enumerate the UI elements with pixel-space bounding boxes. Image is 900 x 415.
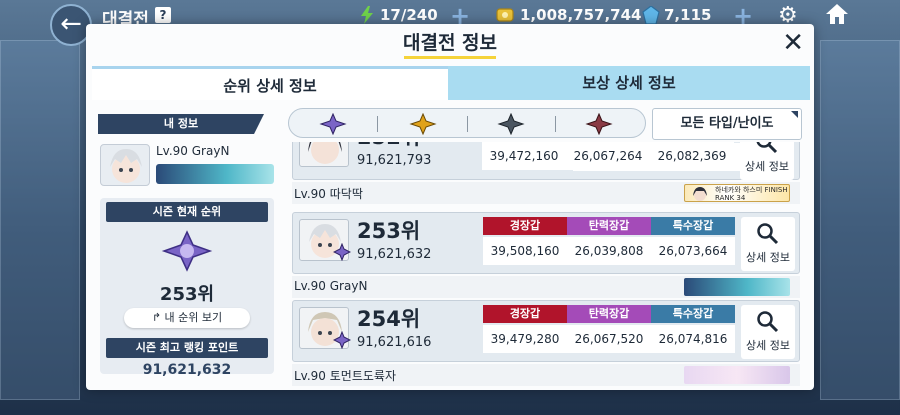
magnifier-icon [757, 223, 779, 245]
divider [467, 116, 468, 132]
stat-light-armor: 경장갑 39,508,160 [483, 217, 567, 265]
stat-special-armor: 특수장갑 26,082,369 [650, 142, 734, 170]
stat-elastic-armor: 탄력장갑 26,067,520 [567, 305, 651, 353]
my-profile-banner [156, 164, 274, 184]
entry-card: 253위 91,621,632 경장갑 39,508,160 탄력장갑 26,0… [292, 212, 800, 274]
profile-banner [684, 366, 790, 384]
tab-rank-detail[interactable]: 순위 상세 정보 [92, 66, 448, 100]
tier-badge-icon [333, 243, 351, 261]
stat-value: 26,073,664 [651, 237, 735, 265]
ranking-info-modal: 대결전 정보 ✕ 순위 상세 정보 보상 상세 정보 내 정보 Lv.90 Gr… [86, 24, 814, 390]
detail-button[interactable]: 상세 정보 [740, 142, 794, 180]
detail-label: 상세 정보 [745, 160, 789, 173]
stat-header: 탄력장갑 [567, 305, 651, 323]
avatar [100, 144, 150, 186]
player-name: Lv.90 토먼트도륙자 [294, 369, 396, 383]
stat-value: 26,082,369 [650, 142, 734, 170]
my-info-header: 내 정보 [98, 114, 264, 134]
background-panel [0, 40, 80, 400]
divider [555, 116, 556, 132]
stat-elastic-armor: 탄력장갑 26,067,264 [566, 142, 650, 170]
title-underline [404, 56, 496, 59]
detail-label: 상세 정보 [746, 251, 790, 264]
credit-counter: 1,008,757,744 [520, 6, 642, 24]
dropdown-label: 모든 타입/난이도 [680, 116, 774, 131]
stat-header: 특수장갑 [651, 305, 735, 323]
close-icon: ✕ [782, 28, 804, 58]
season-rank-header: 시즌 현재 순위 [106, 202, 268, 222]
gem-counter: 7,115 [664, 6, 712, 24]
help-button[interactable]: ? [155, 7, 171, 23]
list-item[interactable]: 254위 91,621,616 경장갑 39,479,280 탄력장갑 26,0… [292, 300, 800, 386]
background-panel [820, 40, 900, 400]
pyroxene-gem-icon [642, 6, 660, 24]
ranking-list[interactable]: 252위 91,621,793 경장갑 39,472,160 탄력장갑 26,0… [292, 142, 800, 386]
back-arrow-icon: ← [60, 9, 82, 39]
home-button[interactable] [825, 3, 849, 31]
detail-button[interactable]: 상세 정보 [741, 217, 795, 271]
close-button[interactable]: ✕ [782, 30, 804, 56]
stat-header: 탄력장갑 [567, 217, 651, 235]
tier-filter-bar [288, 108, 646, 138]
stat-elastic-armor: 탄력장갑 26,039,808 [567, 217, 651, 265]
tab-reward-detail[interactable]: 보상 상세 정보 [448, 66, 810, 100]
profile-banner: 하네카와 하스미 FINISH RANK 34 [684, 184, 790, 202]
entry-footer: Lv.90 토먼트도륙자 [292, 364, 800, 386]
entry-footer: Lv.90 GrayN [292, 276, 800, 298]
stat-light-armor: 경장갑 39,479,280 [483, 305, 567, 353]
best-points-value: 91,621,632 [142, 362, 232, 378]
ap-counter: 17/240 [380, 6, 438, 24]
stat-value: 26,067,264 [566, 142, 650, 170]
stat-header: 경장갑 [483, 217, 567, 235]
banner-text: 하네카와 하스미 FINISH RANK 34 [715, 186, 788, 202]
stat-header: 경장갑 [483, 305, 567, 323]
entry-card: 254위 91,621,616 경장갑 39,479,280 탄력장갑 26,0… [292, 300, 800, 362]
entry-footer: Lv.90 따닥딱 하네카와 하스미 FINISH RANK 34 [292, 182, 800, 204]
tier-gold-icon[interactable] [409, 113, 437, 135]
detail-label: 상세 정보 [746, 339, 790, 352]
view-my-rank-button[interactable]: ↱ 내 순위 보기 [124, 308, 250, 328]
rank-points: 91,621,616 [357, 335, 432, 350]
stat-value: 26,067,520 [567, 325, 651, 353]
best-points-header: 시즌 최고 랭킹 포인트 [106, 338, 268, 358]
rank-points: 91,621,632 [357, 247, 432, 262]
magnifier-icon [757, 311, 779, 333]
stat-light-armor: 경장갑 39,472,160 [482, 142, 566, 170]
player-name: Lv.90 GrayN [294, 279, 368, 293]
tier-dark-icon[interactable] [497, 113, 525, 135]
stat-value: 26,039,808 [567, 237, 651, 265]
home-icon [826, 4, 848, 24]
magnifier-icon [756, 142, 778, 154]
rank-text: 253위 [357, 219, 421, 243]
banner-portrait-icon [693, 187, 707, 201]
stat-value: 39,508,160 [483, 237, 567, 265]
type-difficulty-dropdown[interactable]: 모든 타입/난이도 [652, 108, 802, 140]
energy-bolt-icon [361, 6, 373, 24]
player-name: Lv.90 따닥딱 [294, 187, 363, 201]
chevron-down-icon [791, 111, 798, 118]
credit-coin-icon [496, 8, 514, 22]
rank-tier-emblem-icon [161, 230, 213, 272]
my-current-rank: 253위 [159, 284, 215, 305]
modal-title: 대결전 정보 [402, 32, 497, 54]
detail-button[interactable]: 상세 정보 [741, 305, 795, 359]
tier-red-icon[interactable] [585, 113, 613, 135]
stat-value: 39,479,280 [483, 325, 567, 353]
stat-special-armor: 특수장갑 26,074,816 [651, 305, 735, 353]
season-rank-box: 시즌 현재 순위 253위 ↱ 내 순위 보기 시즌 최고 랭킹 포인트 91,… [100, 198, 274, 378]
divider [377, 116, 378, 132]
list-item[interactable]: 253위 91,621,632 경장갑 39,508,160 탄력장갑 26,0… [292, 212, 800, 298]
stat-value: 39,472,160 [482, 142, 566, 170]
profile-banner [684, 278, 790, 296]
stat-special-armor: 특수장갑 26,073,664 [651, 217, 735, 265]
my-player-name: Lv.90 GrayN [156, 144, 230, 158]
stat-header: 특수장갑 [651, 217, 735, 235]
tier-badge-icon [333, 331, 351, 349]
tier-purple-icon[interactable] [319, 113, 347, 135]
rank-text: 254위 [357, 307, 421, 331]
stat-value: 26,074,816 [651, 325, 735, 353]
